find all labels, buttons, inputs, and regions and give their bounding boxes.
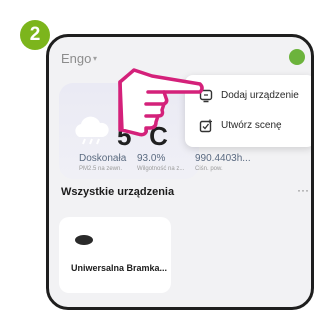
- pointing-hand-icon: [118, 68, 204, 137]
- air-quality-label: PM2.5 na zewn.: [79, 166, 123, 172]
- air-quality-value: Doskonała: [79, 153, 127, 164]
- device-card[interactable]: Uniwersalna Bramka...: [59, 217, 171, 293]
- menu-item-label: Dodaj urządzenie: [221, 90, 299, 101]
- gateway-device-icon: [75, 235, 93, 245]
- device-name: Uniwersalna Bramka...: [71, 263, 168, 273]
- humidity-label: Wilgotność na z...: [137, 166, 185, 172]
- section-title-all-devices: Wszystkie urządzenia: [61, 186, 175, 198]
- chevron-down-icon[interactable]: ▾: [93, 54, 97, 63]
- cloud-icon: [75, 116, 109, 145]
- pressure-value: 990.4403h...: [195, 153, 251, 164]
- menu-item-label: Utwórz scenę: [221, 120, 282, 131]
- add-button[interactable]: [289, 49, 305, 65]
- humidity-value: 93.0%: [137, 153, 166, 164]
- home-selector[interactable]: Engo: [61, 51, 91, 66]
- more-options-icon[interactable]: ···: [297, 183, 309, 197]
- pressure-label: Ciśn. pow.: [195, 166, 223, 172]
- step-number-badge: 2: [20, 20, 50, 50]
